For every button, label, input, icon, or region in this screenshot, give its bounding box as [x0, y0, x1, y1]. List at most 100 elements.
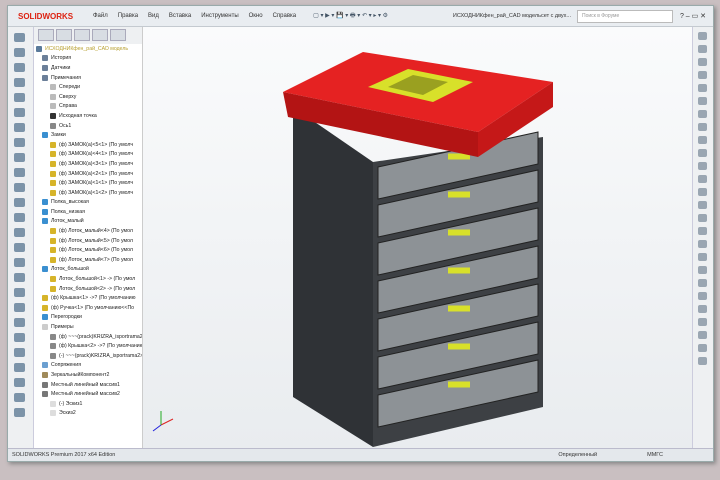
toolbar-button-icon[interactable] [698, 357, 707, 365]
toolbar-button-icon[interactable] [14, 33, 25, 42]
toolbar-button-icon[interactable] [14, 243, 25, 252]
toolbar-button-icon[interactable] [698, 201, 707, 209]
tree-item[interactable]: Справа [34, 102, 142, 112]
menu-item[interactable]: Вставка [169, 13, 191, 19]
tree-item[interactable]: (-) Эскиз1 [34, 399, 142, 409]
toolbar-button-icon[interactable] [14, 303, 25, 312]
tree-item[interactable]: (ф) Крышка<1> ->? (По умолчанию [34, 293, 142, 303]
toolbar-button-icon[interactable] [698, 214, 707, 222]
graphics-viewport[interactable] [143, 27, 693, 449]
quick-access-toolbar[interactable]: ▢ ▾ ▶ ▾ 💾 ▾ 🖶 ▾ ↶ ▾ ▸ ▾ ⚙ [313, 11, 388, 21]
tree-item[interactable]: История [34, 54, 142, 64]
toolbar-button-icon[interactable] [698, 305, 707, 313]
toolbar-button-icon[interactable] [14, 213, 25, 222]
tree-item[interactable]: (ф) ЗАМОК(а)<1<1> (По умолч [34, 178, 142, 188]
window-controls[interactable]: ? – ▭ ✕ [673, 12, 713, 20]
toolbar-button-icon[interactable] [698, 32, 707, 40]
tree-item[interactable]: (ф) ЗАМОК(а)<3<1> (По умолч [34, 159, 142, 169]
toolbar-button-icon[interactable] [14, 153, 25, 162]
toolbar-button-icon[interactable] [14, 198, 25, 207]
tree-root[interactable]: ИСХОДНИКфен_рай_CAD модель [34, 44, 142, 54]
tree-item[interactable]: Местный линейный массив2 [34, 389, 142, 399]
tree-item[interactable]: Полка_низкая [34, 207, 142, 217]
tree-item[interactable]: (ф) Лоток_малый<6> (По умол [34, 245, 142, 255]
toolbar-button-icon[interactable] [14, 378, 25, 387]
tree-item[interactable]: (ф) ЗАМОК(а)<4<1> (По умолч [34, 150, 142, 160]
tree-item[interactable]: (ф) Лоток_малый<4> (По умол [34, 226, 142, 236]
toolbar-button-icon[interactable] [698, 110, 707, 118]
toolbar-button-icon[interactable] [698, 71, 707, 79]
tree-item[interactable]: (ф) Крышка<2> ->? (По умолчанию [34, 341, 142, 351]
toolbar-button-icon[interactable] [698, 279, 707, 287]
tree-item[interactable]: Примеры [34, 322, 142, 332]
tree-item[interactable]: Перегородки [34, 313, 142, 323]
toolbar-button-icon[interactable] [698, 175, 707, 183]
toolbar-button-icon[interactable] [14, 138, 25, 147]
menu-item[interactable]: Вид [148, 13, 159, 19]
tree-item[interactable]: Сопряжения [34, 361, 142, 371]
tree-item[interactable]: (ф) Лоток_малый<5> (По умол [34, 236, 142, 246]
toolbar-button-icon[interactable] [698, 58, 707, 66]
toolbar-button-icon[interactable] [14, 78, 25, 87]
tree-item[interactable]: Датчики [34, 63, 142, 73]
toolbar-button-icon[interactable] [14, 273, 25, 282]
tree-item[interactable]: Эскиз2 [34, 409, 142, 419]
tree-item[interactable]: Лоток_малый [34, 217, 142, 227]
toolbar-button-icon[interactable] [698, 149, 707, 157]
toolbar-button-icon[interactable] [698, 331, 707, 339]
menu-item[interactable]: Окно [249, 13, 263, 19]
tree-item[interactable]: ЗеркальныйКомпонент2 [34, 370, 142, 380]
toolbar-button-icon[interactable] [14, 168, 25, 177]
toolbar-button-icon[interactable] [698, 162, 707, 170]
menu-item[interactable]: Файл [93, 13, 108, 19]
tree-item[interactable]: Лоток_большой<2> -> (По умол [34, 284, 142, 294]
toolbar-button-icon[interactable] [698, 240, 707, 248]
toolbar-button-icon[interactable] [14, 348, 25, 357]
search-input[interactable]: Поиск в Форуме [577, 9, 673, 23]
toolbar-button-icon[interactable] [14, 48, 25, 57]
toolbar-button-icon[interactable] [14, 408, 25, 417]
toolbar-button-icon[interactable] [14, 93, 25, 102]
tree-item[interactable]: Сверху [34, 92, 142, 102]
menu-item[interactable]: Правка [118, 13, 138, 19]
toolbar-button-icon[interactable] [698, 344, 707, 352]
menu-item[interactable]: Инструменты [201, 13, 238, 19]
tree-item[interactable]: Местный линейный массив1 [34, 380, 142, 390]
tree-item[interactable]: Исходная точка [34, 111, 142, 121]
task-pane[interactable] [692, 27, 713, 449]
toolbar-button-icon[interactable] [14, 393, 25, 402]
tree-item[interactable]: (ф) ЗАМОК(а)<1<2> (По умолч [34, 188, 142, 198]
toolbar-button-icon[interactable] [698, 292, 707, 300]
toolbar-button-icon[interactable] [698, 123, 707, 131]
tree-item[interactable]: Ось1 [34, 121, 142, 131]
toolbar-button-icon[interactable] [698, 253, 707, 261]
toolbar-button-icon[interactable] [14, 258, 25, 267]
tree-item[interactable]: Лоток_большой [34, 265, 142, 275]
tree-item[interactable]: Спереди [34, 82, 142, 92]
tree-item[interactable]: (-) ~~~(prack)KRIZRA_isportrama2>-2 [34, 351, 142, 361]
toolbar-button-icon[interactable] [14, 318, 25, 327]
tree-item[interactable]: (ф) ~~~(prack)KRIZRA_isportrama2> [34, 332, 142, 342]
toolbar-button-icon[interactable] [698, 97, 707, 105]
tree-item[interactable]: (ф) ЗАМОК(а)<5<1> (По умолч [34, 140, 142, 150]
tree-item[interactable]: (ф) Ручка<1> (По умолчанию<<По [34, 303, 142, 313]
menu-item[interactable]: Справка [273, 13, 297, 19]
tree-item[interactable]: (ф) Лоток_малый<7> (По умол [34, 255, 142, 265]
toolbar-button-icon[interactable] [14, 63, 25, 72]
toolbar-button-icon[interactable] [698, 318, 707, 326]
toolbar-button-icon[interactable] [698, 227, 707, 235]
toolbar-button-icon[interactable] [14, 228, 25, 237]
toolbar-button-icon[interactable] [14, 183, 25, 192]
toolbar-button-icon[interactable] [698, 266, 707, 274]
toolbar-button-icon[interactable] [14, 363, 25, 372]
toolbar-button-icon[interactable] [14, 288, 25, 297]
toolbar-button-icon[interactable] [14, 123, 25, 132]
tree-item[interactable]: Примечания [34, 73, 142, 83]
toolbar-button-icon[interactable] [14, 333, 25, 342]
tree-item[interactable]: (ф) ЗАМОК(а)<2<1> (По умолч [34, 169, 142, 179]
toolbar-button-icon[interactable] [698, 136, 707, 144]
tree-item[interactable]: Лоток_большой<1> -> (По умол [34, 274, 142, 284]
tree-item[interactable]: Полка_высокая [34, 198, 142, 208]
toolbar-button-icon[interactable] [698, 188, 707, 196]
toolbar-button-icon[interactable] [698, 45, 707, 53]
